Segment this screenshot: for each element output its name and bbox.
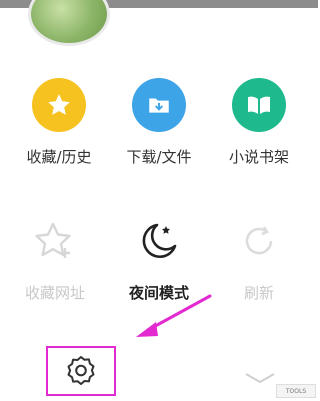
favorites-history-label: 收藏/历史 — [26, 148, 92, 166]
settings-button[interactable] — [46, 346, 116, 396]
download-files-label: 下载/文件 — [126, 148, 192, 166]
star-icon — [32, 78, 86, 132]
annotation-arrow — [136, 294, 212, 337]
night-mode-label: 夜间模式 — [128, 284, 189, 302]
refresh-label: 刷新 — [243, 284, 274, 302]
book-icon — [232, 78, 286, 132]
novel-bookshelf-label: 小说书架 — [228, 148, 289, 166]
gear-icon — [64, 352, 98, 390]
moon-icon — [132, 214, 186, 268]
novel-bookshelf-button[interactable]: 小说书架 — [214, 78, 304, 167]
refresh-icon — [232, 214, 286, 268]
refresh-button[interactable]: 刷新 — [214, 214, 304, 303]
bookmark-url-label: 收藏网址 — [24, 284, 85, 302]
night-mode-button[interactable]: 夜间模式 — [114, 214, 204, 303]
bookmark-url-button[interactable]: 收藏网址 — [10, 214, 100, 303]
avatar[interactable] — [28, 0, 110, 46]
download-folder-icon — [132, 78, 186, 132]
favorites-history-button[interactable]: 收藏/历史 — [14, 78, 104, 167]
star-plus-icon — [28, 214, 82, 268]
download-files-button[interactable]: 下载/文件 — [114, 78, 204, 167]
collapse-menu-button[interactable] — [240, 368, 280, 388]
watermark: TOOLS — [276, 384, 316, 398]
chevron-down-icon — [245, 373, 275, 384]
